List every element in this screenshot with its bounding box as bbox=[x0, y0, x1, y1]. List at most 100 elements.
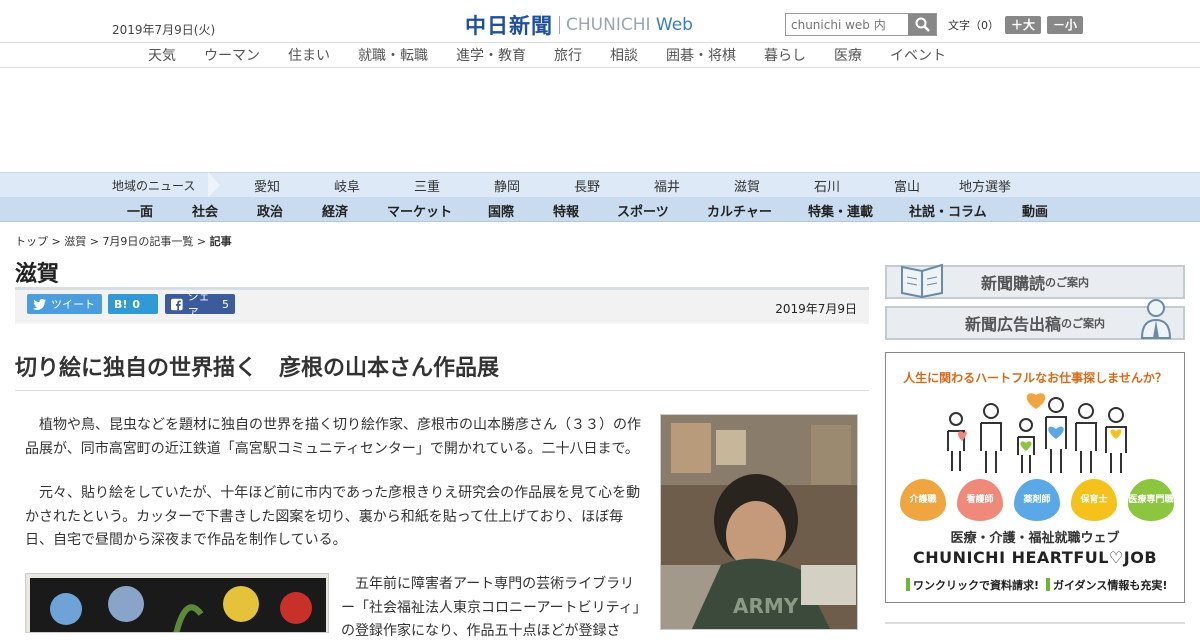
section-item[interactable]: スポーツ bbox=[617, 201, 669, 220]
ad-placement-main: 新聞広告出稿 bbox=[964, 315, 1061, 334]
article-date: 2019年7月9日 bbox=[775, 302, 857, 316]
logo-en: CHUNICHI Web bbox=[566, 15, 693, 35]
breadcrumb-link[interactable]: 7月9日の記事一覧 bbox=[102, 235, 193, 248]
article-photo-artist[interactable]: ARMY bbox=[660, 414, 858, 630]
subscription-banner[interactable]: 新聞購読 のご案内 bbox=[885, 263, 1185, 299]
region-item[interactable]: 三重 bbox=[414, 176, 440, 195]
twitter-icon bbox=[33, 298, 46, 310]
section-item[interactable]: マーケット bbox=[387, 201, 452, 220]
logo-jp: 中日新聞 bbox=[465, 13, 553, 38]
search-icon bbox=[915, 17, 930, 32]
font-bigger-button[interactable]: ＋大 bbox=[1005, 16, 1042, 34]
top-nav-item[interactable]: 旅行 bbox=[554, 45, 582, 65]
facebook-share-label: シェア bbox=[187, 290, 210, 319]
region-item[interactable]: 福井 bbox=[654, 176, 680, 195]
article-paragraph: 植物や鳥、昆虫などを題材に独自の世界を描く切り絵作家、彦根市の山本勝彦さん（３３… bbox=[25, 417, 641, 457]
article-paragraph: 五年前に障害者アート専門の芸術ライブラリー「社会福祉法人東京コロニーアートビリテ… bbox=[341, 576, 640, 639]
region-item[interactable]: 静岡 bbox=[494, 176, 520, 195]
job-badge[interactable]: 薬剤師 bbox=[1014, 479, 1060, 521]
breadcrumb-link[interactable]: 滋賀 bbox=[64, 235, 86, 248]
font-size-control: 文字（0） ＋大 －小 bbox=[948, 16, 1084, 34]
ad-space bbox=[0, 68, 1200, 172]
top-nav: 天気 ウーマン 住まい 就職・転職 進学・教育 旅行 相談 囲碁・将棋 暮らし … bbox=[0, 42, 1200, 68]
font-size-label: 文字（0） bbox=[948, 19, 999, 32]
top-nav-item[interactable]: 暮らし bbox=[764, 45, 806, 65]
top-nav-item[interactable]: ウーマン bbox=[204, 45, 260, 65]
top-nav-item[interactable]: 相談 bbox=[610, 45, 638, 65]
region-item[interactable]: 地方選挙 bbox=[959, 176, 1011, 195]
section-nav: 一面 社会 政治 経済 マーケット 国際 特報 スポーツ カルチャー 特集・連載… bbox=[0, 197, 1200, 222]
region-item[interactable]: 富山 bbox=[894, 176, 920, 195]
region-item[interactable]: 愛知 bbox=[254, 176, 280, 195]
top-nav-item[interactable]: 住まい bbox=[288, 45, 330, 65]
share-bar: ツイート B! 0 シェア 5 2019年7月9日 bbox=[15, 290, 869, 324]
article-paragraph: 元々、貼り絵をしていたが、十年ほど前に市内であった彦根きりえ研究会の作品展を見て… bbox=[25, 485, 641, 548]
section-item[interactable]: 経済 bbox=[322, 201, 348, 220]
newspaper-icon bbox=[901, 263, 943, 299]
region-nav-arrow bbox=[208, 172, 220, 198]
hatena-bookmark-button[interactable]: B! 0 bbox=[108, 294, 158, 314]
region-item[interactable]: 石川 bbox=[814, 176, 840, 195]
job-ad-tagline: 人生に関わるハートフルなお仕事探しませんか？ bbox=[903, 371, 1167, 385]
hatena-count: 0 bbox=[132, 297, 141, 311]
top-nav-item[interactable]: 天気 bbox=[148, 45, 176, 65]
job-ad-banner[interactable]: 人生に関わるハートフルなお仕事探しませんか？ 介護職 看護師 薬剤師 保育士 医… bbox=[885, 352, 1185, 603]
top-nav-item[interactable]: イベント bbox=[890, 45, 946, 65]
tweet-label: ツイート bbox=[51, 298, 95, 311]
job-badge[interactable]: 介護職 bbox=[900, 479, 946, 521]
article-headline: 切り絵に独自の世界描く 彦根の山本さん作品展 bbox=[15, 356, 500, 381]
section-item[interactable]: 特報 bbox=[553, 201, 579, 220]
facebook-icon bbox=[171, 298, 183, 310]
job-badge[interactable]: 看護師 bbox=[957, 479, 1003, 521]
top-nav-item[interactable]: 囲碁・将棋 bbox=[666, 45, 736, 65]
category-title: 滋賀 bbox=[15, 262, 60, 287]
job-ad-note: ガイダンス情報も充実! bbox=[1046, 577, 1167, 593]
job-badge[interactable]: 保育士 bbox=[1071, 479, 1117, 521]
logo-divider bbox=[559, 16, 560, 34]
header-date: 2019年7月9日(火) bbox=[112, 23, 216, 37]
ad-placement-banner[interactable]: 新聞広告出稿 のご案内 bbox=[885, 299, 1185, 340]
section-item[interactable]: 特集・連載 bbox=[808, 201, 873, 220]
tweet-button[interactable]: ツイート bbox=[27, 294, 102, 314]
section-item[interactable]: カルチャー bbox=[707, 201, 772, 220]
section-item[interactable]: 政治 bbox=[257, 201, 283, 220]
site-search bbox=[785, 13, 937, 36]
hatena-icon: B! bbox=[114, 297, 128, 311]
section-item[interactable]: 一面 bbox=[127, 201, 153, 220]
search-button[interactable] bbox=[908, 14, 936, 35]
breadcrumb-current: 記事 bbox=[209, 235, 232, 248]
region-nav: 地域のニュース 愛知 岐阜 三重 静岡 長野 福井 滋賀 石川 富山 地方選挙 bbox=[0, 172, 1200, 198]
region-nav-label: 地域のニュース bbox=[112, 179, 196, 193]
top-nav-item[interactable]: 医療 bbox=[834, 45, 862, 65]
breadcrumb-sep: > bbox=[48, 235, 65, 248]
top-nav-item[interactable]: 進学・教育 bbox=[456, 45, 526, 65]
job-ad-brand: CHUNICHI HEARTFUL♡JOB bbox=[912, 548, 1158, 567]
job-ad-note: ワンクリックで資料請求! bbox=[906, 577, 1039, 593]
subscription-sub: のご案内 bbox=[1045, 276, 1089, 289]
section-item[interactable]: 社会 bbox=[192, 201, 218, 220]
font-smaller-button[interactable]: －小 bbox=[1047, 16, 1084, 34]
section-item[interactable]: 社説・コラム bbox=[909, 201, 987, 220]
facebook-share-button[interactable]: シェア 5 bbox=[165, 290, 235, 319]
svg-text:ARMY: ARMY bbox=[733, 594, 799, 618]
breadcrumb-sep: > bbox=[193, 235, 210, 248]
section-item[interactable]: 動画 bbox=[1022, 201, 1048, 220]
site-logo[interactable]: 中日新聞 CHUNICHI Web bbox=[465, 10, 693, 40]
article-photo-artwork[interactable] bbox=[25, 573, 329, 633]
family-illustration bbox=[947, 393, 1127, 473]
headline-divider bbox=[15, 390, 869, 391]
breadcrumb: トップ > 滋賀 > 7月9日の記事一覧 > 記事 bbox=[15, 233, 232, 249]
breadcrumb-link[interactable]: トップ bbox=[15, 235, 48, 248]
region-item[interactable]: 滋賀 bbox=[734, 176, 760, 195]
ad-placement-sub: のご案内 bbox=[1061, 317, 1105, 330]
top-nav-item[interactable]: 就職・転職 bbox=[358, 45, 428, 65]
search-input[interactable] bbox=[786, 14, 908, 35]
section-item[interactable]: 国際 bbox=[488, 201, 514, 220]
person-icon bbox=[1140, 299, 1172, 339]
site-header: 2019年7月9日(火) 中日新聞 CHUNICHI Web 文字（0） ＋大 … bbox=[0, 0, 1200, 42]
job-ad-title: 医療・介護・福祉就職ウェブ bbox=[950, 531, 1120, 546]
region-item[interactable]: 長野 bbox=[574, 176, 600, 195]
job-badge[interactable]: 医療専門職 bbox=[1128, 479, 1174, 521]
region-item[interactable]: 岐阜 bbox=[334, 176, 360, 195]
facebook-share-count: 5 bbox=[222, 297, 229, 311]
